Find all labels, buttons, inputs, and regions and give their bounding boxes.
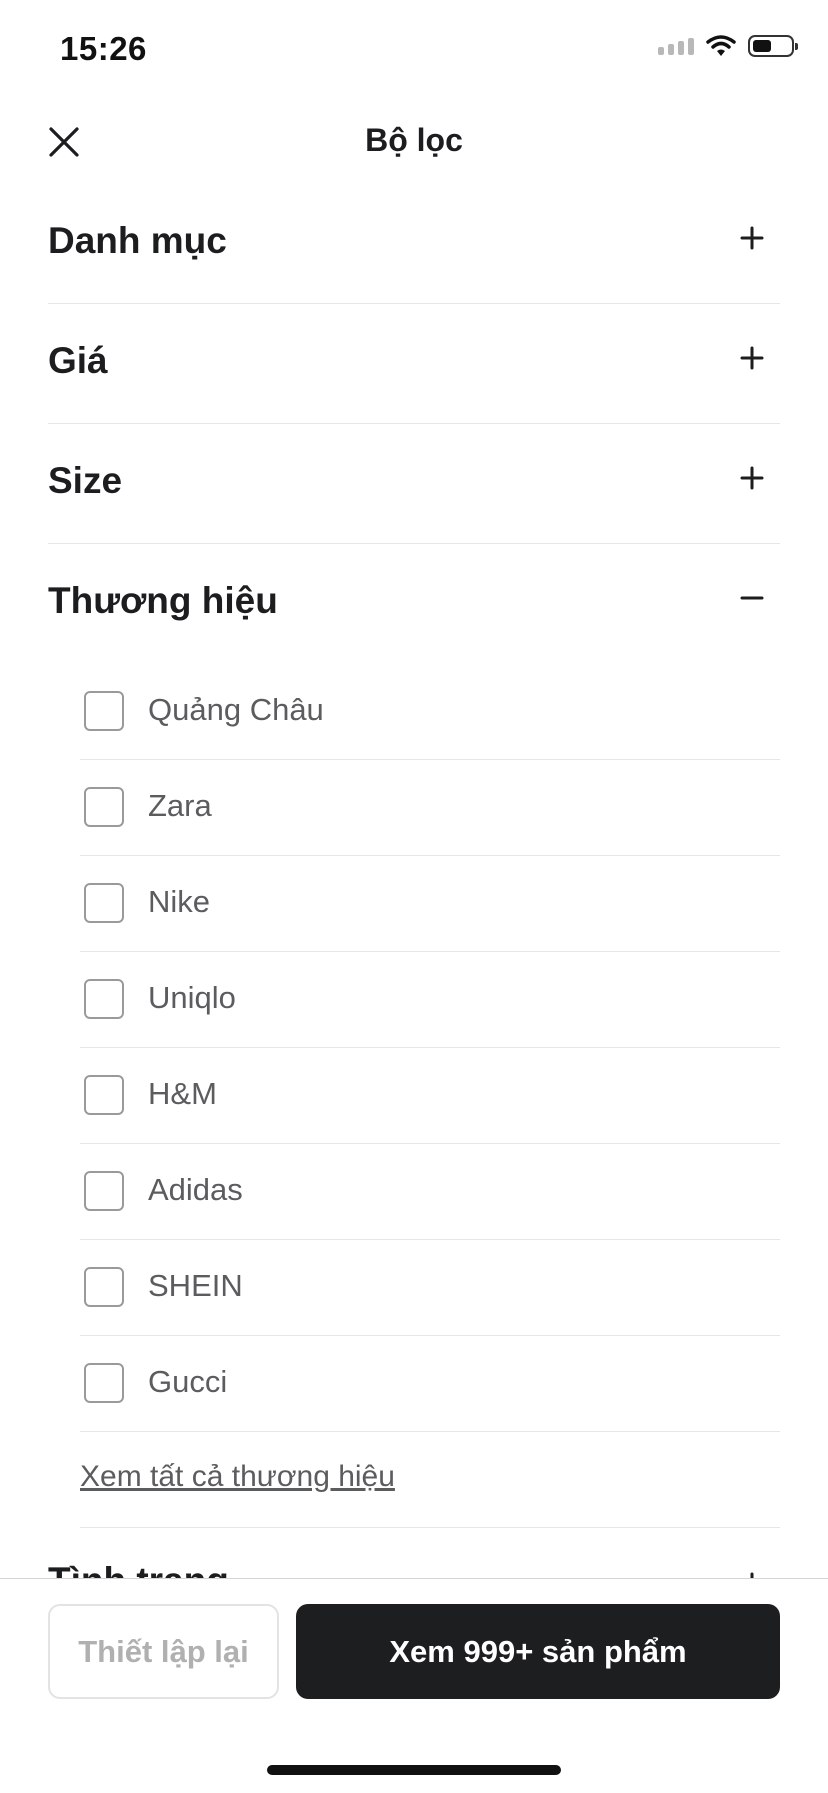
brand-option[interactable]: Gucci bbox=[80, 1336, 780, 1432]
checkbox[interactable] bbox=[84, 1363, 124, 1403]
brand-option[interactable]: Nike bbox=[80, 856, 780, 952]
minus-icon bbox=[740, 596, 764, 600]
wifi-icon bbox=[706, 35, 736, 56]
status-time: 15:26 bbox=[60, 30, 147, 67]
see-all-brands-link[interactable]: Xem tất cả thương hiệu bbox=[80, 1460, 395, 1494]
brand-label: SHEIN bbox=[148, 1268, 243, 1303]
brand-label: Gucci bbox=[148, 1364, 228, 1399]
section-label: Giá bbox=[48, 340, 108, 381]
brand-label: Adidas bbox=[148, 1172, 243, 1207]
section-category[interactable]: Danh mục bbox=[48, 184, 780, 304]
brand-option[interactable]: Quảng Châu bbox=[80, 664, 780, 760]
brand-label: Zara bbox=[148, 788, 212, 823]
section-size[interactable]: Size bbox=[48, 424, 780, 544]
plus-icon bbox=[740, 346, 764, 370]
checkbox[interactable] bbox=[84, 1171, 124, 1211]
cellular-signal-icon bbox=[658, 37, 694, 55]
brand-option[interactable]: H&M bbox=[80, 1048, 780, 1144]
plus-icon bbox=[740, 466, 764, 490]
brand-option[interactable]: Uniqlo bbox=[80, 952, 780, 1048]
home-indicator bbox=[267, 1765, 561, 1775]
section-brand[interactable]: Thương hiệu bbox=[48, 544, 780, 664]
brand-option[interactable]: Adidas bbox=[80, 1144, 780, 1240]
page-title: Bộ lọc bbox=[365, 122, 463, 158]
brand-label: Nike bbox=[148, 884, 211, 919]
filter-footer: Thiết lập lại Xem 999+ sản phẩm bbox=[0, 1578, 828, 1793]
brand-label: H&M bbox=[148, 1076, 217, 1111]
checkbox[interactable] bbox=[84, 979, 124, 1019]
brand-option[interactable]: Zara bbox=[80, 760, 780, 856]
view-products-button[interactable]: Xem 999+ sản phẩm bbox=[296, 1604, 780, 1699]
status-bar: 15:26 bbox=[0, 0, 828, 100]
section-label: Danh mục bbox=[48, 220, 227, 261]
status-icons bbox=[658, 34, 798, 58]
section-label: Thương hiệu bbox=[48, 580, 278, 621]
section-label: Size bbox=[48, 460, 123, 501]
brand-label: Quảng Châu bbox=[148, 692, 324, 727]
checkbox[interactable] bbox=[84, 883, 124, 923]
brand-label: Uniqlo bbox=[148, 980, 236, 1015]
see-all-brands-row: Xem tất cả thương hiệu bbox=[80, 1432, 780, 1528]
filter-header: Bộ lọc bbox=[0, 100, 828, 182]
checkbox[interactable] bbox=[84, 691, 124, 731]
reset-button[interactable]: Thiết lập lại bbox=[48, 1604, 279, 1699]
checkbox[interactable] bbox=[84, 1075, 124, 1115]
battery-icon bbox=[748, 35, 798, 57]
brand-option[interactable]: SHEIN bbox=[80, 1240, 780, 1336]
checkbox[interactable] bbox=[84, 787, 124, 827]
section-price[interactable]: Giá bbox=[48, 304, 780, 424]
plus-icon bbox=[740, 226, 764, 250]
checkbox[interactable] bbox=[84, 1267, 124, 1307]
